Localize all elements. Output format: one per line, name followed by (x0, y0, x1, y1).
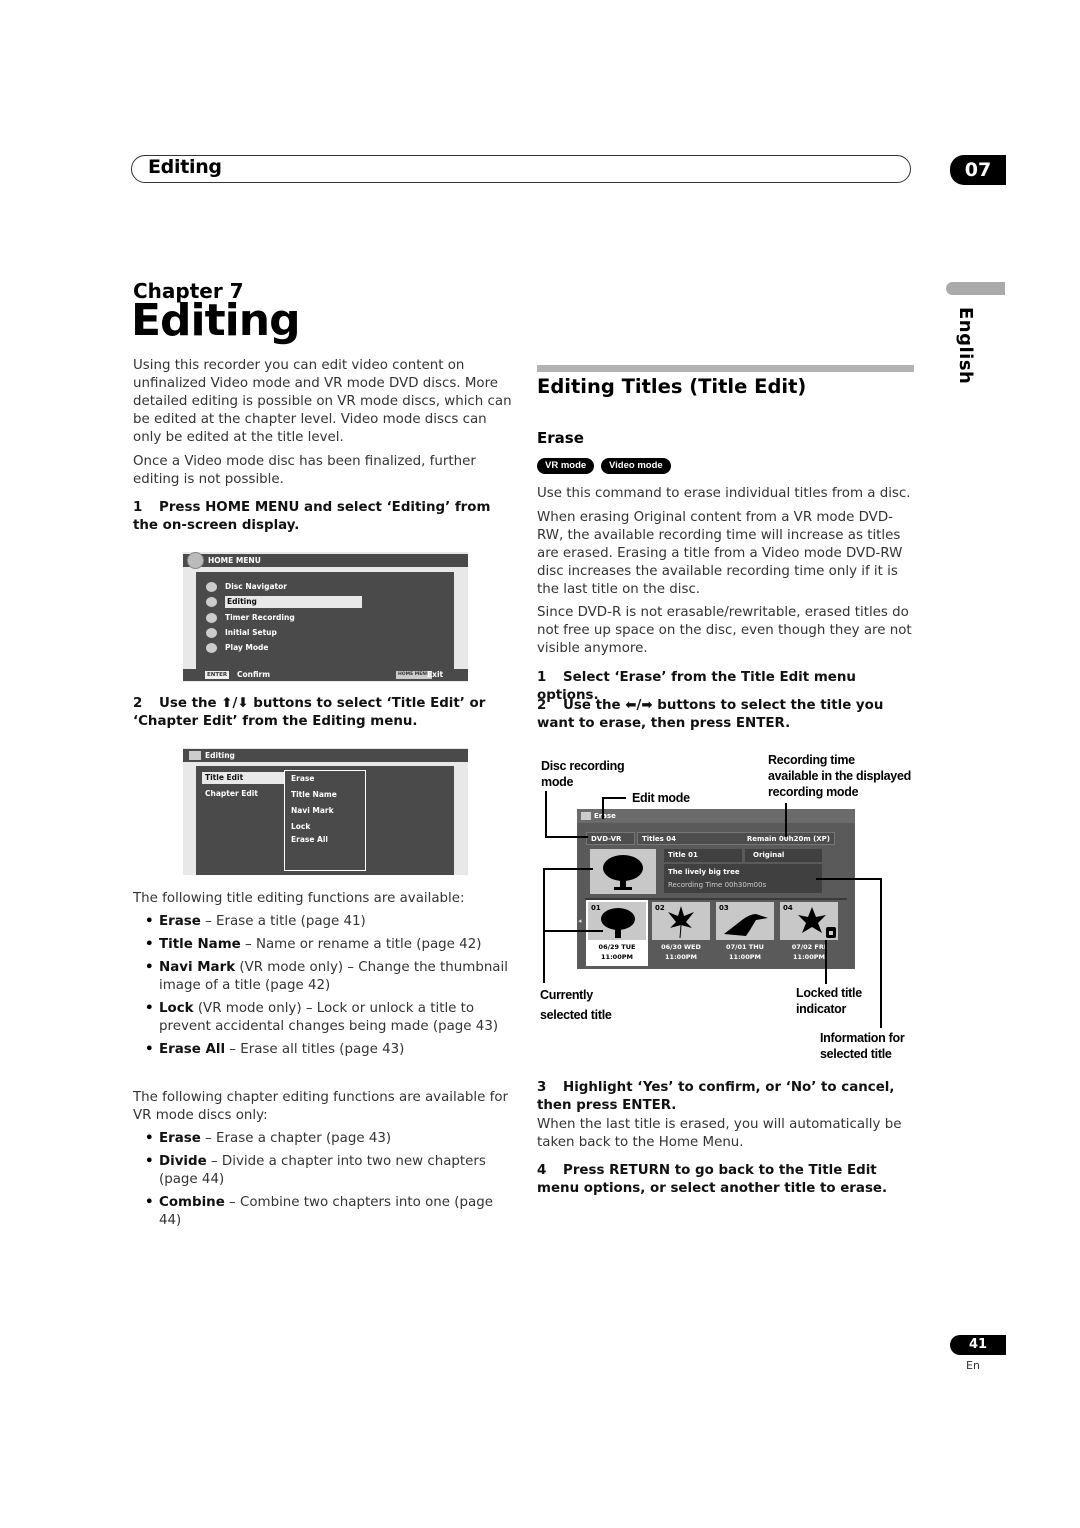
disc-navigator-icon (206, 582, 217, 592)
chapter-functions-intro: The following chapter editing functions … (133, 1090, 509, 1123)
home-menu-panel: Disc Navigator Editing Timer Recording I… (196, 572, 454, 670)
erase-paragraph-3: Since DVD-R is not erasable/rewritable, … (537, 605, 912, 656)
erase-screen-title-bar: Erase (577, 809, 855, 823)
confirm-label: Confirm (237, 670, 271, 679)
leaf-icon (668, 906, 694, 938)
step-2-select-edit: 2 Use the ⬆/⬇ buttons to select ‘Title Ed… (133, 696, 486, 729)
setup-icon (206, 628, 217, 638)
erase-step-3: 3 Highlight ‘Yes’ to confirm, or ‘No’ to … (537, 1080, 895, 1113)
title-functions-intro: The following title editing functions ar… (133, 891, 465, 906)
menu-item-chapter-edit[interactable]: Chapter Edit (205, 788, 258, 800)
enter-key: ENTER (205, 671, 230, 679)
title-thumbnail-02[interactable]: 02 06/30 WED 11:00PM (650, 900, 712, 966)
title-functions-list: Erase – Erase a title (page 41) Title Na… (133, 913, 515, 1064)
callout-locked-indicator: Locked title indicator (796, 986, 862, 1016)
erase-step-2: 2 Use the ⬅/➡ buttons to select the title… (537, 698, 884, 731)
language-tab-bar (946, 282, 1005, 295)
home-menu-title-bar: HOME MENU (183, 552, 468, 569)
menu-item-initial-setup[interactable]: Initial Setup (206, 627, 277, 639)
chapter-title: Editing (131, 295, 301, 346)
home-menu-screen: HOME MENU Disc Navigator Editing Timer R… (183, 552, 468, 682)
list-item: Erase All – Erase all titles (page 43) (133, 1041, 515, 1059)
disc-mode-cell: DVD-VR (586, 832, 635, 845)
chapter-number-tab: 07 (950, 155, 1006, 185)
list-item: Erase – Erase a chapter (page 43) (133, 1130, 515, 1148)
selected-title-preview (590, 849, 656, 894)
menu-item-editing[interactable]: Editing (206, 596, 362, 608)
title-edit-submenu: Erase Title Name Navi Mark Lock Erase Al… (284, 770, 366, 871)
language-tab: English (955, 307, 976, 385)
editing-icon (206, 597, 217, 607)
submenu-navi-mark[interactable]: Navi Mark (291, 805, 334, 817)
selected-title-number: Title 01 (664, 849, 742, 862)
section-header-frame (131, 155, 911, 183)
home-menu-footer: ENTER Confirm HOME MENU Exit (183, 669, 468, 681)
submenu-lock[interactable]: Lock (291, 821, 310, 833)
submenu-title-name[interactable]: Title Name (291, 789, 337, 801)
list-item: Combine – Combine two chapters into one … (133, 1194, 515, 1230)
editing-title-bar: Editing (183, 749, 468, 762)
exit-label: Exit (427, 670, 444, 679)
play-mode-icon (206, 643, 217, 653)
editing-panel: Title Edit Chapter Edit Erase Title Name… (196, 766, 454, 875)
selected-title-info: The lively big tree Recording Time 00h30… (664, 864, 822, 893)
menu-item-disc-navigator[interactable]: Disc Navigator (206, 581, 287, 593)
menu-item-timer-recording[interactable]: Timer Recording (206, 612, 295, 624)
vr-mode-badge: VR mode (537, 458, 595, 474)
title-thumbnail-03[interactable]: 03 07/01 THU 11:00PM (714, 900, 776, 966)
remain-time: Remain 00h20m (XP) (746, 835, 830, 843)
list-item: Title Name – Name or rename a title (pag… (133, 936, 515, 954)
intro-paragraph-2: Once a Video mode disc has been finalize… (133, 454, 476, 487)
callout-information: Information for selected title (820, 1031, 905, 1061)
tree-icon (603, 855, 643, 890)
list-item: Lock (VR mode only) – Lock or unlock a t… (133, 1000, 515, 1036)
list-item: Navi Mark (VR mode only) – Change the th… (133, 959, 515, 995)
callout-recording-time: Recording time available in the displayed… (768, 753, 911, 799)
editing-icon (189, 751, 201, 760)
scroll-left-arrow[interactable]: ◂ (578, 917, 582, 925)
page-number: 41 (950, 1335, 1006, 1355)
step-1-home-menu: 1 Press HOME MENU and select ‘Editing’ fr… (133, 500, 491, 533)
title-thumbnail-04[interactable]: 04 07/02 FRI 11:00PM (778, 900, 840, 966)
erase-step-4: 4 Press RETURN to go back to the Title Ed… (537, 1163, 888, 1196)
tree-icon (601, 908, 635, 938)
lock-icon (826, 927, 836, 938)
erase-step-3-note: When the last title is erased, you will … (537, 1117, 902, 1150)
chapter-functions-list: Erase – Erase a chapter (page 43) Divide… (133, 1130, 515, 1235)
title-thumbnail-01[interactable]: 01 06/29 TUE 11:00PM (586, 900, 648, 966)
callout-edit-mode: Edit mode (632, 791, 690, 805)
callout-currently-selected: Currently selected title (540, 988, 612, 1022)
intro-paragraph-1: Using this recorder you can edit video c… (133, 358, 512, 445)
disc-icon (187, 552, 204, 569)
section-divider (537, 365, 914, 372)
submenu-erase[interactable]: Erase (291, 773, 314, 785)
section-header-title: Editing (148, 156, 222, 178)
list-item: Divide – Divide a chapter into two new c… (133, 1153, 515, 1189)
menu-item-title-edit[interactable]: Title Edit (202, 772, 285, 784)
video-mode-badge: Video mode (601, 458, 671, 474)
editing-icon (581, 812, 591, 820)
list-item: Erase – Erase a title (page 41) (133, 913, 515, 931)
subsection-title: Erase (537, 429, 584, 447)
toucan-icon (724, 914, 768, 936)
editing-menu-screen: Editing Title Edit Chapter Edit Erase Ti… (183, 748, 468, 875)
erase-paragraph-2: When erasing Original content from a VR … (537, 510, 903, 597)
callout-disc-recording-mode: Disc recording mode (541, 759, 625, 789)
page-language: En (966, 1359, 980, 1372)
lily-icon (798, 907, 826, 933)
erase-paragraph-1: Use this command to erase individual tit… (537, 486, 911, 501)
timer-icon (206, 613, 217, 623)
titles-count-cell: Titles 04 Remain 00h20m (XP) (637, 832, 835, 845)
menu-item-play-mode[interactable]: Play Mode (206, 642, 268, 654)
section-title: Editing Titles (Title Edit) (537, 375, 807, 398)
erase-screen: Erase DVD-VR Titles 04 Remain 00h20m (XP… (577, 809, 855, 969)
submenu-erase-all[interactable]: Erase All (291, 834, 328, 846)
selected-title-type: Original (745, 849, 822, 862)
